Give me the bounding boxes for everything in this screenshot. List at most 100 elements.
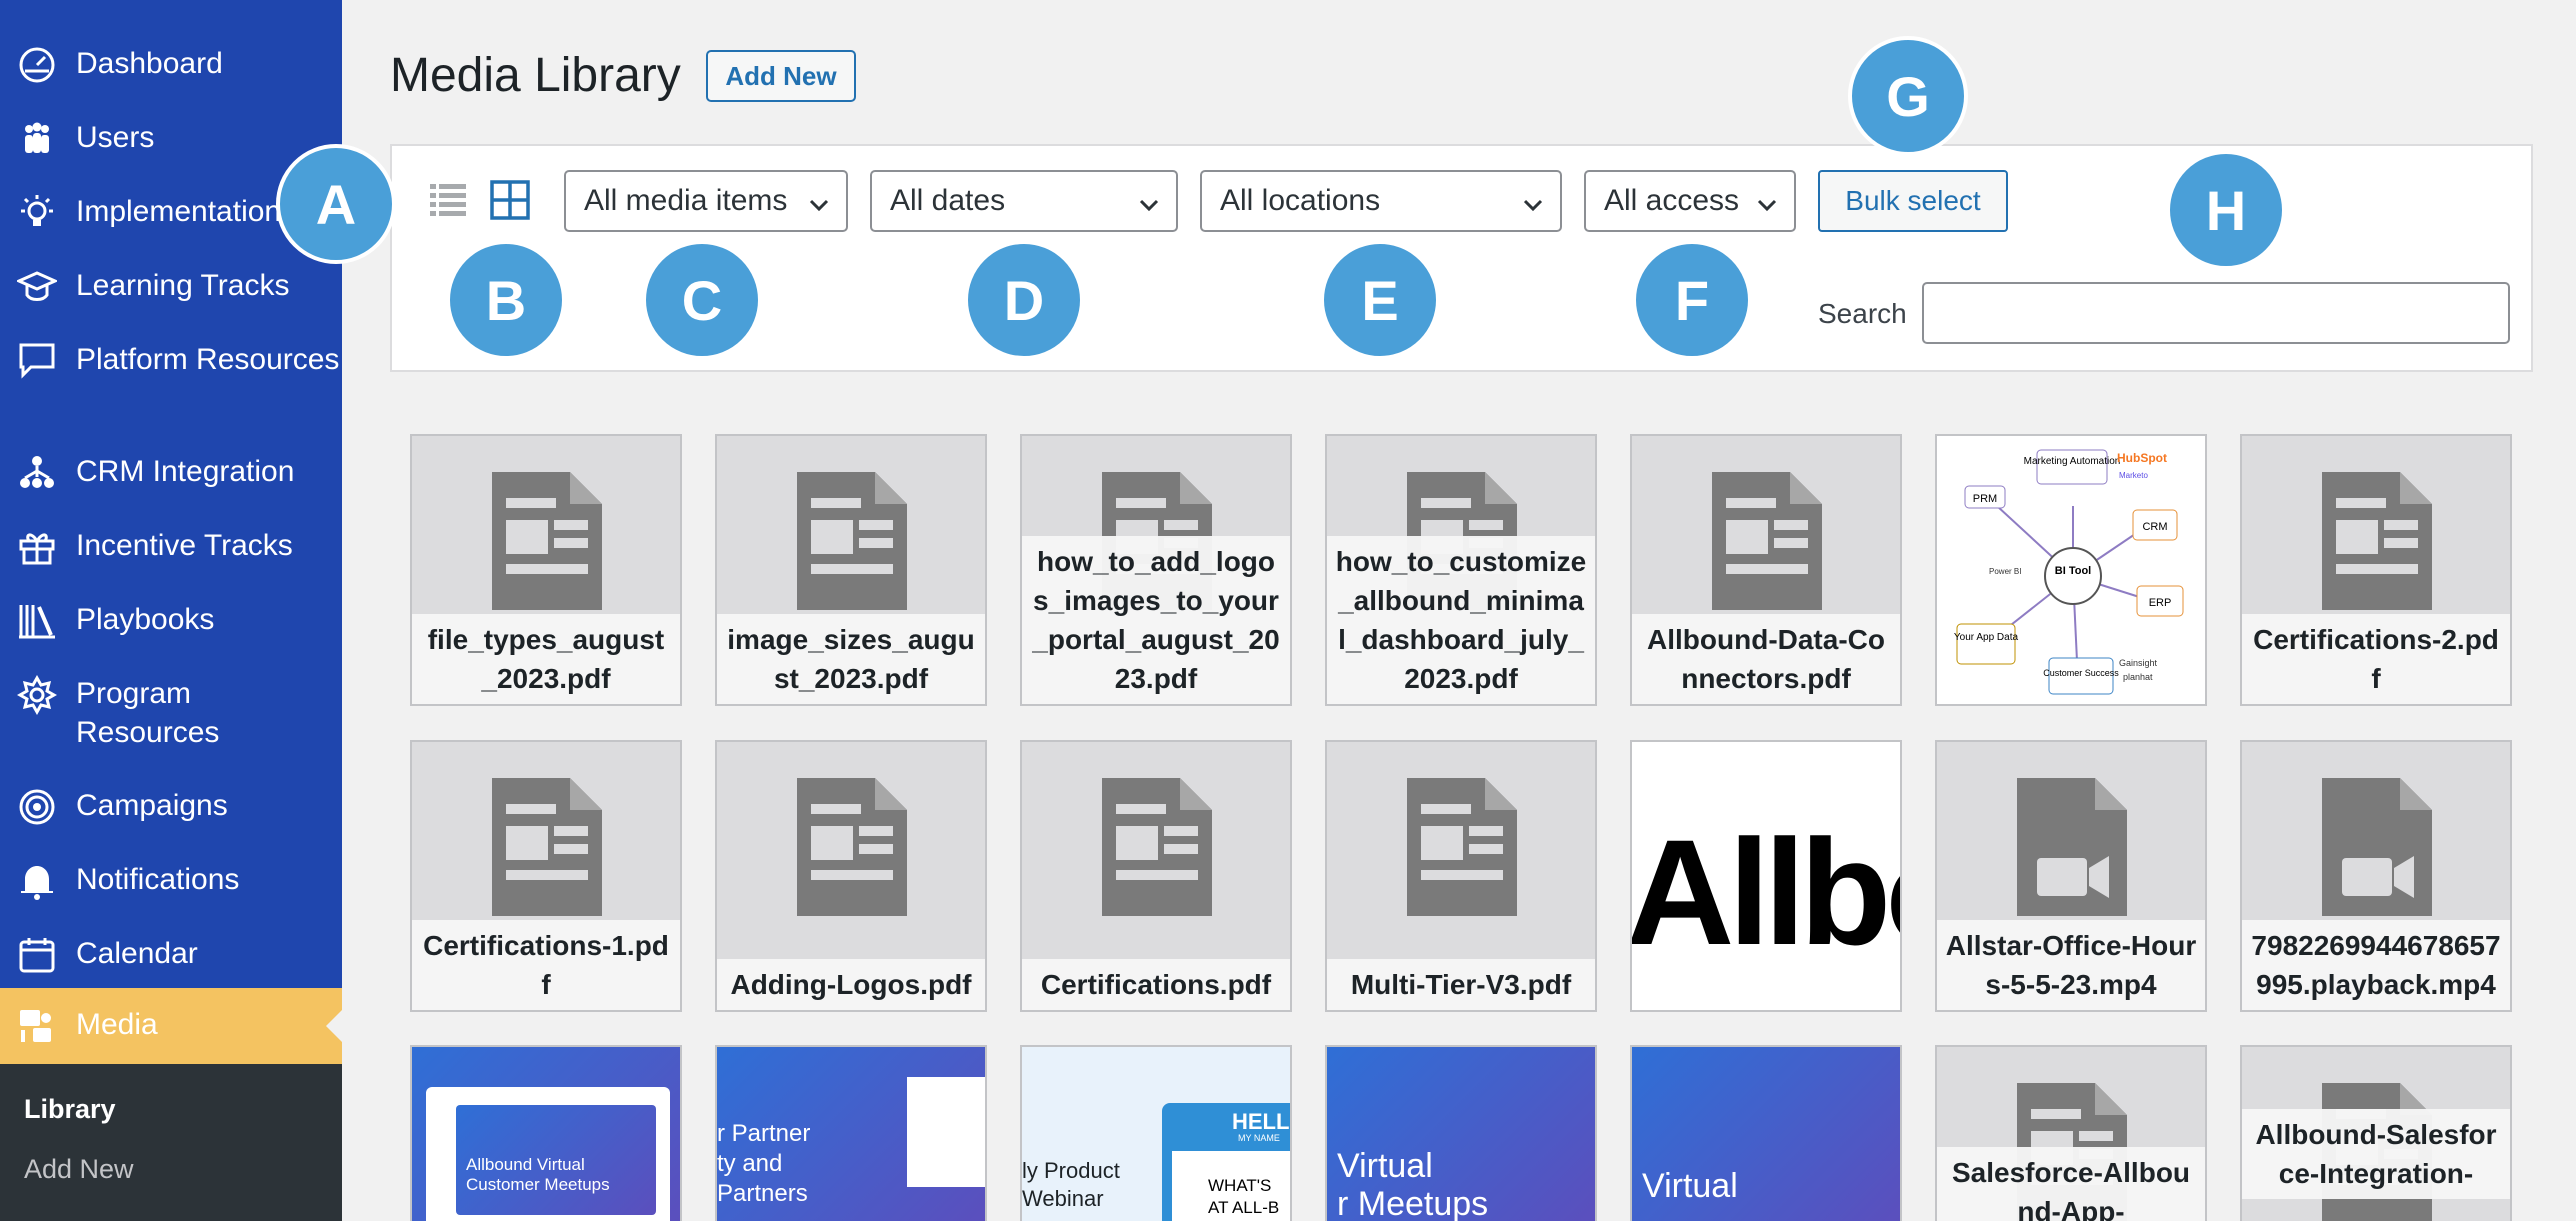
sidebar-item-crm-integration[interactable]: CRM Integration xyxy=(0,452,342,496)
sidebar-item-platform-resources[interactable]: Platform Resources xyxy=(0,340,342,424)
gift-icon xyxy=(16,526,58,568)
media-item[interactable]: Adding-Logos.pdf xyxy=(715,740,987,1012)
media-item[interactable]: Allstar-Office-Hours-5-5-23.mp4 xyxy=(1935,740,2207,1012)
graduation-cap-icon xyxy=(16,266,58,308)
media-item[interactable]: how_to_customize_allbound_minimal_dashbo… xyxy=(1325,434,1597,706)
date-filter[interactable]: All dates xyxy=(870,170,1178,232)
chevron-down-icon xyxy=(808,190,830,212)
media-item[interactable]: how_to_add_logos_images_to_your_portal_a… xyxy=(1020,434,1292,706)
sidebar-item-program-resources[interactable]: Program Resources xyxy=(0,674,342,758)
bulk-select-button[interactable]: Bulk select xyxy=(1818,170,2008,232)
target-icon xyxy=(16,786,58,828)
media-item[interactable]: Certifications-1.pdf xyxy=(410,740,682,1012)
sidebar-item-label: Program Resources xyxy=(76,677,220,749)
thumbnail-text: r Partner ty and Partners xyxy=(717,1120,811,1207)
media-item[interactable]: Certifications-2.pdf xyxy=(2240,434,2512,706)
chevron-down-icon xyxy=(1522,190,1544,212)
sidebar-item-label: Incentive Tracks xyxy=(76,529,293,562)
search-input[interactable] xyxy=(1922,282,2510,344)
sidebar-item-incentive-tracks[interactable]: Incentive Tracks xyxy=(0,526,342,570)
thumbnail-hello: HELL xyxy=(1232,1109,1290,1134)
submenu-library[interactable]: Library xyxy=(24,1094,116,1125)
callout-b: B xyxy=(446,240,566,360)
media-filename: Salesforce-Allbound-App- xyxy=(1937,1147,2205,1221)
location-filter-value: All locations xyxy=(1220,184,1381,217)
thumbnail-text: Virtual xyxy=(1642,1167,1738,1205)
video-file-icon xyxy=(2017,778,2127,916)
document-icon xyxy=(492,472,602,610)
media-filename: image_sizes_august_2023.pdf xyxy=(717,614,985,704)
chevron-down-icon xyxy=(1138,190,1160,212)
media-item-image[interactable]: Allbound Virtual Customer Meetups xyxy=(410,1045,682,1221)
location-filter[interactable]: All locations xyxy=(1200,170,1562,232)
diagram-planhat-label: planhat xyxy=(2123,672,2153,682)
thumbnail-panel xyxy=(907,1077,985,1187)
dashboard-icon xyxy=(16,44,58,86)
media-item-image[interactable]: r Partner ty and Partners xyxy=(715,1045,987,1221)
sidebar-item-learning-tracks[interactable]: Learning Tracks xyxy=(0,266,342,310)
sidebar-item-label: Users xyxy=(76,121,155,154)
sidebar-item-label: Dashboard xyxy=(76,47,223,80)
media-filename: Certifications-1.pdf xyxy=(412,920,680,1010)
sidebar-item-media[interactable]: Media xyxy=(0,988,342,1064)
sidebar-item-label: Campaigns xyxy=(76,789,228,822)
media-item[interactable]: Salesforce-Allbound-App- xyxy=(1935,1045,2207,1221)
diagram-crm-label: CRM xyxy=(2142,521,2167,533)
media-item-image[interactable]: ly Product Webinar HELL MY NAME WHAT'S A… xyxy=(1020,1045,1292,1221)
sidebar-item-calendar[interactable]: Calendar xyxy=(0,934,342,978)
callout-a: A xyxy=(276,144,396,264)
media-icon xyxy=(16,1005,58,1047)
app-root: Dashboard Users Implementation Learning … xyxy=(0,0,2576,1221)
add-new-button[interactable]: Add New xyxy=(706,50,856,102)
callout-e: E xyxy=(1320,240,1440,360)
video-file-icon xyxy=(2322,778,2432,916)
media-filename: Allstar-Office-Hours-5-5-23.mp4 xyxy=(1937,920,2205,1010)
sidebar-item-playbooks[interactable]: Playbooks xyxy=(0,600,342,644)
media-type-filter[interactable]: All media items xyxy=(564,170,848,232)
media-item[interactable]: Certifications.pdf xyxy=(1020,740,1292,1012)
media-item[interactable]: Allbound-Salesforce-Integration- xyxy=(2240,1045,2512,1221)
media-submenu: Library Add New xyxy=(0,1064,342,1221)
media-item[interactable]: Multi-Tier-V3.pdf xyxy=(1325,740,1597,1012)
document-icon xyxy=(1712,472,1822,610)
diagram-power-bi-label: Power BI xyxy=(1989,567,2021,576)
callout-g: G xyxy=(1848,36,1968,156)
sidebar-item-label: Learning Tracks xyxy=(76,269,290,302)
grid-view-icon[interactable] xyxy=(490,180,530,220)
document-icon xyxy=(1407,778,1517,916)
submenu-add-new[interactable]: Add New xyxy=(24,1154,134,1185)
speech-bubble-icon xyxy=(16,340,58,382)
callout-h: H xyxy=(2166,150,2286,270)
media-item[interactable]: image_sizes_august_2023.pdf xyxy=(715,434,987,706)
diagram-gainsight-label: Gainsight xyxy=(2119,658,2158,668)
sidebar-item-dashboard[interactable]: Dashboard xyxy=(0,44,342,88)
media-filename: Certifications-2.pdf xyxy=(2242,614,2510,704)
media-item-image[interactable]: Allbo xyxy=(1630,740,1902,1012)
books-icon xyxy=(16,600,58,642)
page-title: Media Library xyxy=(390,49,681,102)
sidebar-item-campaigns[interactable]: Campaigns xyxy=(0,786,342,830)
access-filter[interactable]: All access xyxy=(1584,170,1796,232)
media-item-image[interactable]: Virtual r Meetups xyxy=(1325,1045,1597,1221)
media-item[interactable]: 7982269944678657995.playback.mp4 xyxy=(2240,740,2512,1012)
sidebar-item-label: CRM Integration xyxy=(76,455,295,488)
diagram-hubspot-label: HubSpot xyxy=(2117,451,2167,465)
thumbnail-name: MY NAME xyxy=(1238,1133,1280,1143)
callout-c: C xyxy=(642,240,762,360)
diagram-your-app-label: Your App Data xyxy=(1954,632,2019,643)
sidebar-item-label: Calendar xyxy=(76,937,198,970)
sidebar-item-label: Media xyxy=(76,1008,158,1041)
network-icon xyxy=(16,452,58,494)
diagram-customer-success-label: Customer Success xyxy=(2043,668,2119,678)
media-item-image[interactable]: BI Tool PRM Marketing Automation HubSpot… xyxy=(1935,434,2207,706)
callout-d: D xyxy=(964,240,1084,360)
media-item-image[interactable]: Virtual xyxy=(1630,1045,1902,1221)
sidebar-item-notifications[interactable]: Notifications xyxy=(0,860,342,904)
document-icon xyxy=(492,778,602,916)
list-view-icon[interactable] xyxy=(428,180,468,220)
media-filename: how_to_customize_allbound_minimal_dashbo… xyxy=(1327,536,1595,704)
media-item[interactable]: file_types_august_2023.pdf xyxy=(410,434,682,706)
sidebar-item-users[interactable]: Users xyxy=(0,118,342,162)
diagram-prm-label: PRM xyxy=(1973,493,1997,505)
media-item[interactable]: Allbound-Data-Connectors.pdf xyxy=(1630,434,1902,706)
